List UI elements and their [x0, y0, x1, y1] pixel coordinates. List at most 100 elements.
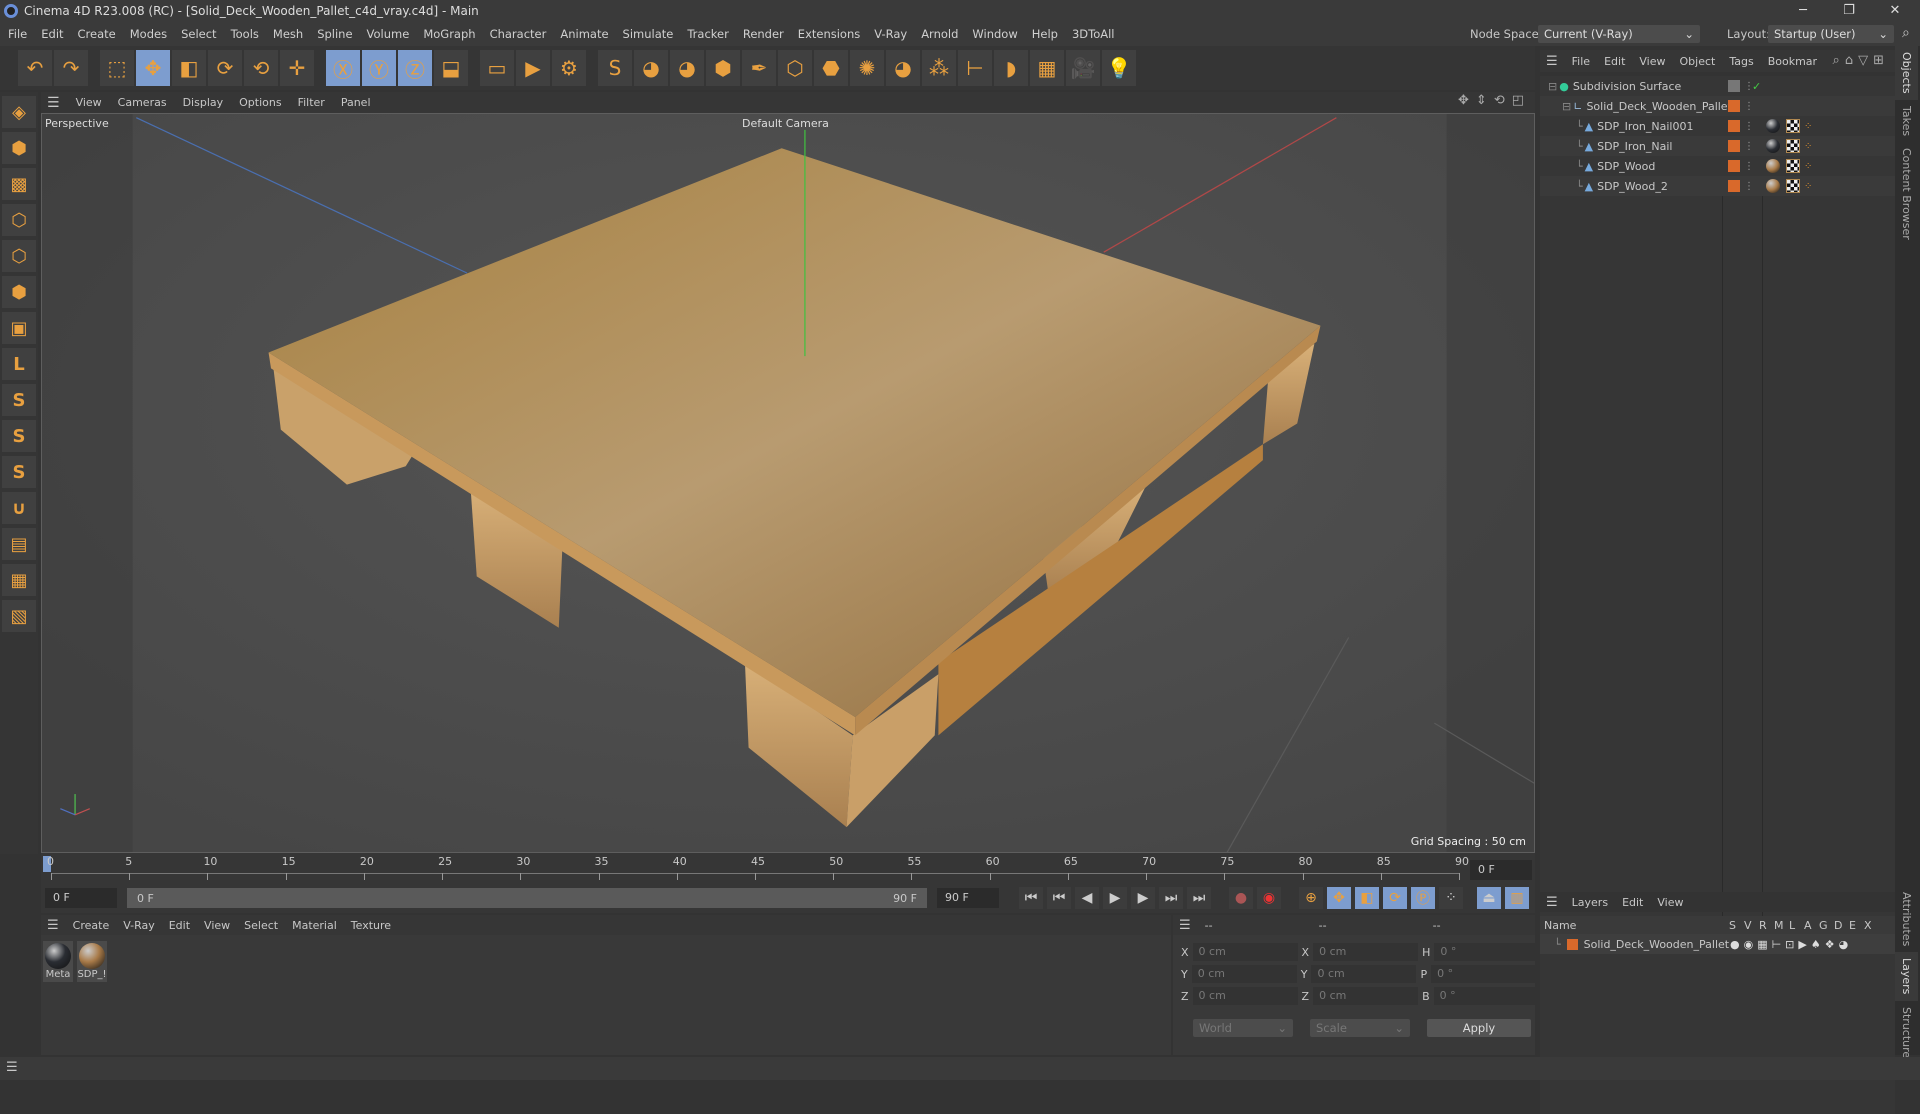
status-menu-icon[interactable]: ☰ — [6, 1060, 18, 1075]
scale-icon[interactable]: ◧ — [172, 50, 206, 86]
layer-column-name[interactable]: Name — [1544, 919, 1729, 932]
previous-frame-icon[interactable]: ◀ — [1075, 887, 1099, 909]
start-frame-field[interactable]: 0 F — [45, 888, 117, 908]
object-name[interactable]: SDP_Iron_Nail — [1597, 140, 1672, 153]
uvw-tag-icon[interactable] — [1786, 139, 1800, 153]
object-name[interactable]: SDP_Iron_Nail001 — [1597, 120, 1693, 133]
points-mode-icon[interactable]: ⬡ — [2, 204, 36, 236]
coord-field[interactable]: 0 cm — [1191, 965, 1297, 983]
object-name[interactable]: SDP_Wood — [1597, 160, 1655, 173]
viewport-menu-view[interactable]: View — [76, 96, 102, 109]
go-to-start-icon[interactable]: ⏮ — [1019, 887, 1043, 909]
layout-select[interactable]: Startup (User) ⌄ — [1768, 25, 1894, 43]
tree-toggle-icon[interactable]: ⊟ — [1548, 80, 1557, 93]
coord-field[interactable]: 0 ° — [1433, 987, 1539, 1005]
cloner-icon[interactable]: ✺ — [850, 50, 884, 86]
restore-button[interactable]: ❐ — [1826, 0, 1872, 22]
coord-field[interactable]: 0 cm — [1192, 943, 1298, 961]
layer-color-swatch[interactable] — [1728, 80, 1740, 92]
search-icon[interactable]: ⌕ — [1902, 25, 1910, 41]
menu-select[interactable]: Select — [181, 27, 216, 41]
filter-icon[interactable]: ▽ — [1858, 53, 1873, 68]
object-row[interactable]: ⊟ ∟ Solid_Deck_Wooden_Pallet ⋮ — [1540, 96, 1895, 116]
new-view-icon[interactable]: ⊞ — [1873, 53, 1889, 68]
menu-window[interactable]: Window — [972, 27, 1017, 41]
pan-icon[interactable]: ✥ — [1458, 93, 1476, 108]
light-icon[interactable]: 💡 — [1102, 50, 1136, 86]
menu-create[interactable]: Create — [78, 27, 116, 41]
material-tag-icon[interactable] — [1766, 119, 1780, 133]
material-menu-material[interactable]: Material — [292, 919, 337, 932]
material-item[interactable]: Meta — [43, 941, 73, 982]
workplane-icon[interactable]: ▤ — [2, 528, 36, 560]
end-frame-field[interactable]: 90 F — [937, 888, 999, 908]
subdivision-icon[interactable]: ⬡ — [778, 50, 812, 86]
redo-icon[interactable]: ↷ — [54, 50, 88, 86]
orbit-icon[interactable]: ⟲ — [1494, 93, 1512, 108]
layer-column-e[interactable]: E — [1849, 919, 1864, 932]
layer-color-swatch[interactable] — [1728, 180, 1740, 192]
measure-icon[interactable]: ⊢ — [958, 50, 992, 86]
layer-menu-edit[interactable]: Edit — [1622, 896, 1643, 909]
home-icon[interactable]: ⌂ — [1845, 53, 1858, 68]
dolly-icon[interactable]: ⇕ — [1476, 93, 1494, 108]
menu-mograph[interactable]: MoGraph — [423, 27, 475, 41]
key-pla-icon[interactable]: ⁘ — [1439, 887, 1463, 909]
object-name[interactable]: Subdivision Surface — [1573, 80, 1681, 93]
render-settings-icon[interactable]: ⚙ — [552, 50, 586, 86]
material-tag-icon[interactable] — [1766, 159, 1780, 173]
visibility-dots-icon[interactable]: ⋮ — [1744, 161, 1754, 172]
object-row[interactable]: └ ▲ SDP_Wood_2 ⋮ ⁘ — [1540, 176, 1895, 196]
select-icon[interactable]: ⬚ — [100, 50, 134, 86]
material-item[interactable]: SDP_! — [77, 941, 107, 982]
apply-button[interactable]: Apply — [1427, 1019, 1531, 1037]
object-menu-tags[interactable]: Tags — [1729, 55, 1753, 68]
coord-field[interactable]: 0 cm — [1311, 965, 1417, 983]
material-menu-create[interactable]: Create — [73, 919, 110, 932]
layer-menu-view[interactable]: View — [1657, 896, 1683, 909]
make-editable-icon[interactable]: ◈ — [2, 96, 36, 128]
material-menu-texture[interactable]: Texture — [351, 919, 391, 932]
snap-settings-icon[interactable]: S — [2, 420, 36, 452]
material-menu-v-ray[interactable]: V-Ray — [123, 919, 155, 932]
lock-workplane-icon[interactable]: ▧ — [2, 600, 36, 632]
menu-volume[interactable]: Volume — [367, 27, 410, 41]
viewport[interactable]: Perspective Default Camera Grid Spacing … — [41, 113, 1535, 853]
tree-toggle-icon[interactable]: └ — [1576, 120, 1583, 133]
object-row[interactable]: ⊟ ● Subdivision Surface ⋮ ✓ — [1540, 76, 1895, 96]
mograph-icon[interactable]: ⁂ — [922, 50, 956, 86]
go-to-end-icon[interactable]: ⏭ — [1187, 887, 1211, 909]
layer-column-m[interactable]: M — [1774, 919, 1789, 932]
uvw-mode-icon[interactable]: ▣ — [2, 312, 36, 344]
camera-label[interactable]: Default Camera — [742, 117, 829, 130]
side-tab-structure[interactable]: Structure — [1895, 1001, 1918, 1064]
python-icon-3[interactable]: ◕ — [886, 50, 920, 86]
timeline-ruler[interactable]: 0 5 10 15 20 25 30 35 40 45 50 55 60 65 70 75 80 85 90 — [41, 853, 1535, 883]
visibility-dots-icon[interactable]: ⋮ — [1744, 141, 1754, 152]
menu-tools[interactable]: Tools — [231, 27, 259, 41]
object-row[interactable]: └ ▲ SDP_Wood ⋮ ⁘ — [1540, 156, 1895, 176]
side-tab-takes[interactable]: Takes — [1895, 100, 1918, 142]
tree-toggle-icon[interactable]: └ — [1576, 180, 1583, 193]
layer-column-v[interactable]: V — [1744, 919, 1759, 932]
material-tag-icon[interactable] — [1766, 179, 1780, 193]
z-axis-icon[interactable]: Ⓩ — [398, 50, 432, 86]
material-menu-select[interactable]: Select — [244, 919, 278, 932]
next-key-icon[interactable]: ⏭ — [1159, 887, 1183, 909]
record-icon[interactable]: ● — [1229, 887, 1253, 909]
snap-icon[interactable]: S — [2, 384, 36, 416]
layer-name[interactable]: Solid_Deck_Wooden_Pallet — [1584, 938, 1729, 951]
floor-icon[interactable]: ▦ — [1030, 50, 1064, 86]
rotate-icon[interactable]: ⟳ — [208, 50, 242, 86]
coord-mode-select[interactable]: Scale ⌄ — [1310, 1019, 1410, 1037]
side-tab-objects[interactable]: Objects — [1895, 46, 1918, 100]
object-name[interactable]: Solid_Deck_Wooden_Pallet — [1586, 100, 1731, 113]
side-tab-content-browser[interactable]: Content Browser — [1895, 142, 1918, 246]
layer-menu-layers[interactable]: Layers — [1572, 896, 1608, 909]
render-view-icon[interactable]: ▶ — [516, 50, 550, 86]
vray-icon[interactable]: S — [598, 50, 632, 86]
visibility-dots-icon[interactable]: ⋮ — [1744, 101, 1754, 112]
coords-menu-icon[interactable]: ☰ — [1179, 918, 1191, 933]
viewport-menu-filter[interactable]: Filter — [298, 96, 325, 109]
coord-field[interactable]: 0 ° — [1431, 965, 1537, 983]
